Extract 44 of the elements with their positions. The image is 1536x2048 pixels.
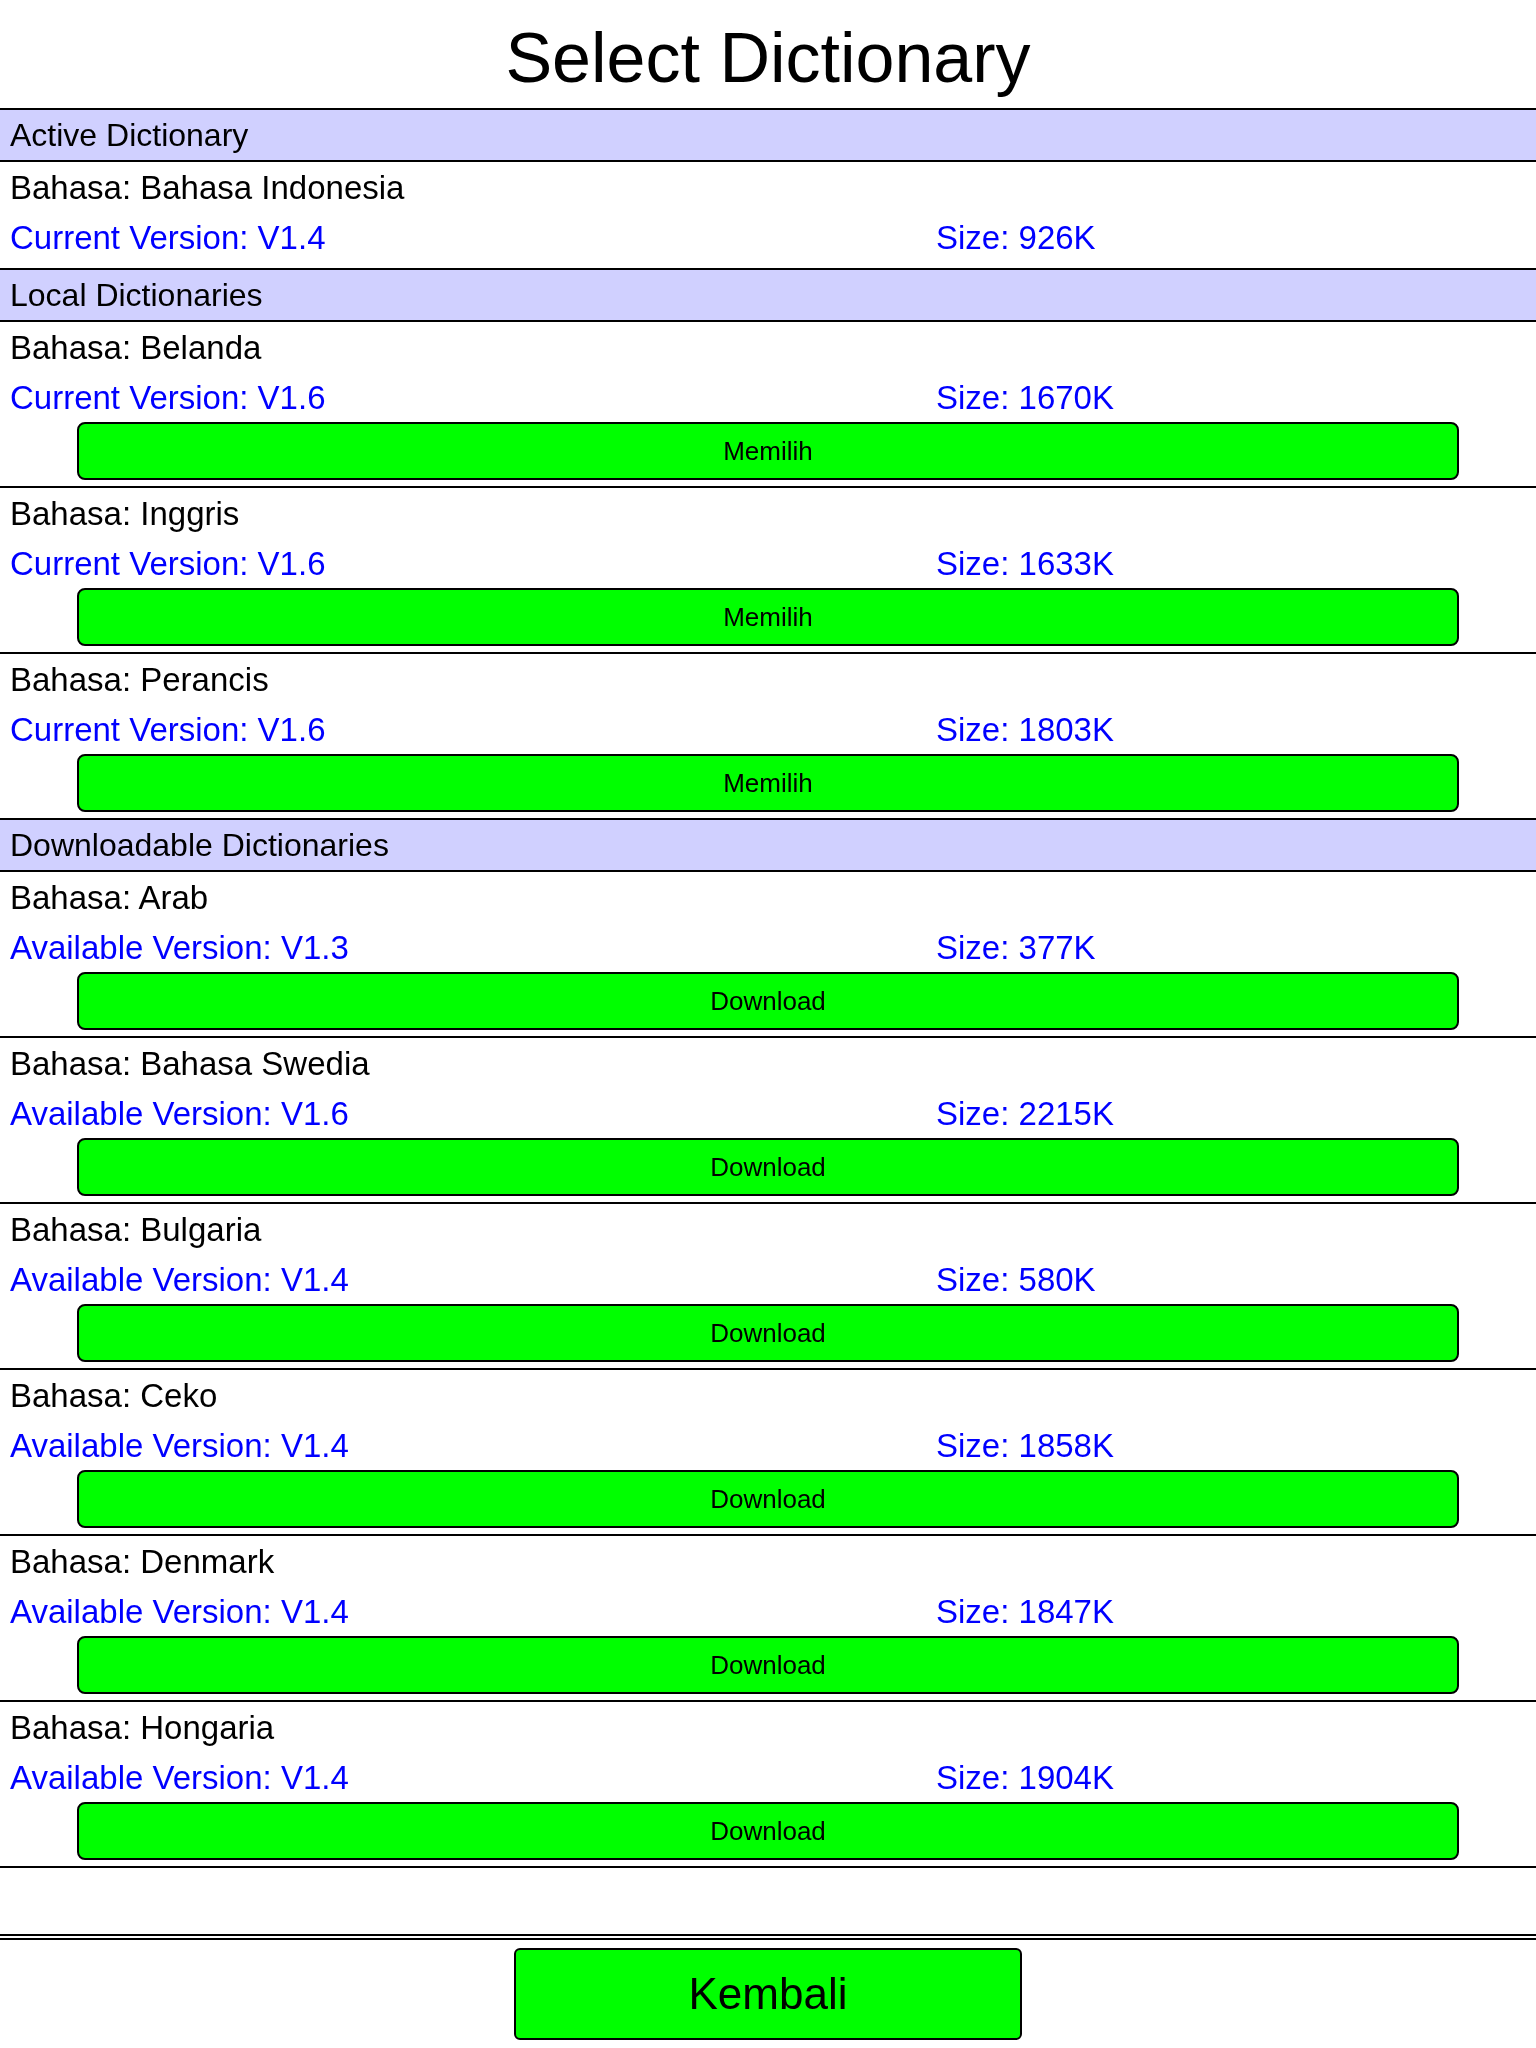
section-header: Local Dictionaries [0,270,1536,322]
language-label: Bahasa: Arab [10,878,209,918]
section-header: Downloadable Dictionaries [0,820,1536,872]
language-label: Bahasa: Inggris [10,494,240,534]
action-button[interactable]: Memilih [77,422,1459,480]
size-label: Size: 1633K [936,544,1114,584]
action-button[interactable]: Memilih [77,588,1459,646]
version-label: Current Version: V1.6 [10,544,327,584]
back-button[interactable]: Kembali [514,1948,1022,2040]
action-button[interactable]: Download [77,972,1459,1030]
version-label: Current Version: V1.6 [10,710,327,750]
version-label: Available Version: V1.6 [10,1094,350,1134]
action-button[interactable]: Memilih [77,754,1459,812]
language-label: Bahasa: Bulgaria [10,1210,262,1250]
size-label: Size: 580K [936,1260,1096,1300]
language-label: Bahasa: Hongaria [10,1708,275,1748]
action-button[interactable]: Download [77,1304,1459,1362]
size-label: Size: 1670K [936,378,1114,418]
version-label: Available Version: V1.4 [10,1426,350,1466]
action-button[interactable]: Download [77,1470,1459,1528]
size-label: Size: 1847K [936,1592,1114,1632]
language-label: Bahasa: Bahasa Swedia [10,1044,370,1084]
section-header: Active Dictionary [0,110,1536,162]
language-label: Bahasa: Belanda [10,328,262,368]
size-label: Size: 1858K [936,1426,1114,1466]
language-label: Bahasa: Denmark [10,1542,275,1582]
page-title: Select Dictionary [505,18,1031,99]
size-label: Size: 1904K [936,1758,1114,1798]
version-label: Current Version: V1.4 [10,218,327,258]
language-label: Bahasa: Bahasa Indonesia [10,168,405,208]
version-label: Available Version: V1.3 [10,928,350,968]
version-label: Available Version: V1.4 [10,1592,350,1632]
version-label: Available Version: V1.4 [10,1260,350,1300]
size-label: Size: 1803K [936,710,1114,750]
size-label: Size: 377K [936,928,1096,968]
version-label: Current Version: V1.6 [10,378,327,418]
size-label: Size: 2215K [936,1094,1114,1134]
size-label: Size: 926K [936,218,1096,258]
language-label: Bahasa: Ceko [10,1376,218,1416]
action-button[interactable]: Download [77,1802,1459,1860]
action-button[interactable]: Download [77,1636,1459,1694]
language-label: Bahasa: Perancis [10,660,269,700]
version-label: Available Version: V1.4 [10,1758,350,1798]
action-button[interactable]: Download [77,1138,1459,1196]
